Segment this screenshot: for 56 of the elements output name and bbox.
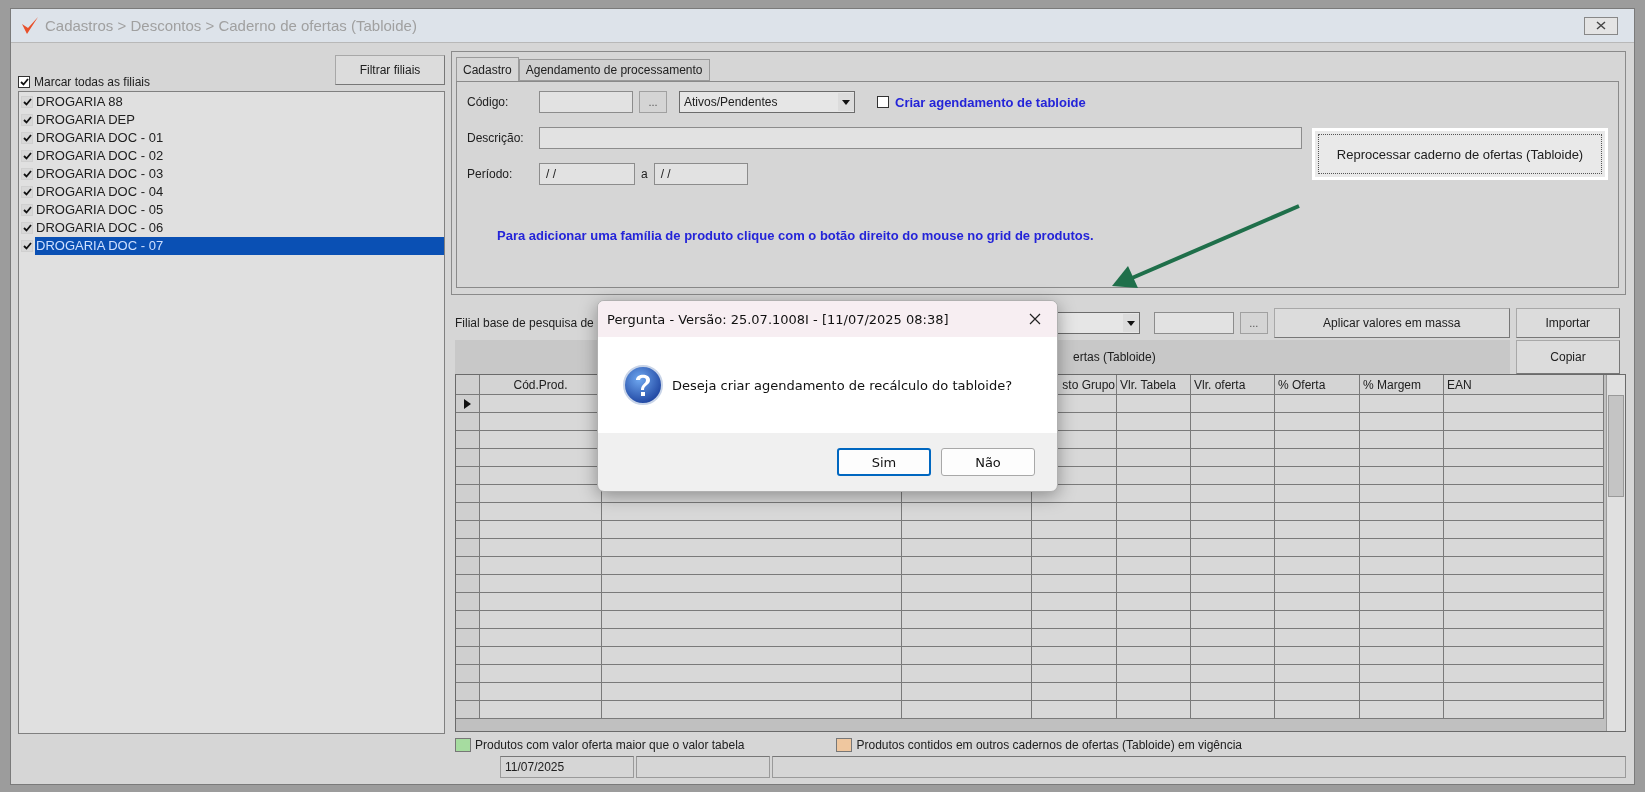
branch-item[interactable]: DROGARIA DOC - 01	[35, 129, 444, 147]
status-date: 11/07/2025	[500, 756, 634, 778]
field-label: a	[641, 167, 648, 181]
legend-text: Produtos contidos em outros cadernos de ofertas (Tabloide) em vigência	[856, 738, 1243, 752]
field-label: Período:	[467, 167, 514, 181]
section-title: ertas (Tabloide)	[1073, 350, 1156, 364]
checkbox[interactable]	[877, 96, 889, 108]
branch-item[interactable]: DROGARIA DOC - 03	[35, 165, 444, 183]
value-field[interactable]	[1153, 312, 1234, 334]
close-icon	[1596, 21, 1606, 30]
row-pointer-icon	[464, 398, 471, 409]
dialog-button[interactable]: Não	[941, 448, 1035, 476]
tab[interactable]: Agendamento de processamento	[518, 59, 710, 81]
check-icon	[19, 78, 29, 86]
status-dropdown[interactable]: Ativos/Pendentes	[679, 91, 855, 113]
close-icon	[1029, 313, 1041, 325]
column-header[interactable]: EAN	[1444, 375, 1604, 395]
browse-button[interactable]: ...	[1239, 312, 1268, 334]
column-header[interactable]: Vlr. Tabela	[1117, 375, 1191, 395]
column-header[interactable]: % Oferta	[1275, 375, 1360, 395]
browse-button[interactable]: ...	[639, 91, 667, 113]
row-header[interactable]	[456, 395, 480, 413]
checkbox-label: Criar agendamento de tabloide	[895, 94, 1086, 110]
dialog-title: Pergunta - Versão: 25.07.1008I - [11/07/2025 08:38]	[607, 311, 950, 327]
branch-item[interactable]: DROGARIA DOC - 05	[35, 201, 444, 219]
filter-button[interactable]: Filtrar filiais	[335, 55, 445, 85]
date-field[interactable]: / /	[653, 163, 748, 185]
question-icon	[622, 364, 664, 406]
field-label: Código:	[467, 95, 510, 109]
dialog-message: Deseja criar agendamento de recálculo do tabloide?	[672, 377, 1013, 393]
import-button[interactable]: Importar	[1515, 308, 1620, 338]
branch-item[interactable]: DROGARIA DOC - 07	[35, 237, 444, 255]
tab[interactable]: Cadastro	[456, 57, 519, 81]
branch-item[interactable]: DROGARIA DEP	[35, 111, 444, 129]
dialog-button[interactable]: Sim	[837, 448, 931, 476]
checkbox[interactable]	[18, 76, 30, 88]
branch-item[interactable]: DROGARIA DOC - 04	[35, 183, 444, 201]
column-header[interactable]: % Margem	[1360, 375, 1444, 395]
branch-item[interactable]: DROGARIA DOC - 02	[35, 147, 444, 165]
date-field[interactable]: / /	[539, 163, 635, 185]
description-field[interactable]	[539, 127, 1302, 149]
code-field[interactable]	[539, 91, 633, 113]
copy-button[interactable]: Copiar	[1516, 340, 1620, 374]
field-label: Descrição:	[467, 131, 525, 145]
scrollbar[interactable]	[1606, 375, 1625, 731]
apply-button[interactable]: Aplicar valores em massa	[1273, 308, 1510, 338]
field-label: Filial base de pesquisa de	[455, 316, 594, 330]
close-button[interactable]	[1584, 16, 1618, 35]
branch-item[interactable]: DROGARIA DOC - 06	[35, 219, 444, 237]
column-header[interactable]: Vlr. oferta	[1191, 375, 1275, 395]
reprocess-button[interactable]: Reprocessar caderno de ofertas (Tabloide)	[1312, 128, 1608, 180]
checkbox-label: Marcar todas as filiais	[34, 75, 151, 89]
branch-item[interactable]: DROGARIA 88	[35, 93, 444, 111]
legend-text: Produtos com valor oferta maior que o valor tabela	[475, 738, 745, 752]
hint-text: Para adicionar uma família de produto clique com o botão direito do mouse no grid de produtos.	[497, 228, 1095, 243]
window-title: Cadastros > Descontos > Caderno de ofertas (Tabloide)	[45, 17, 418, 34]
